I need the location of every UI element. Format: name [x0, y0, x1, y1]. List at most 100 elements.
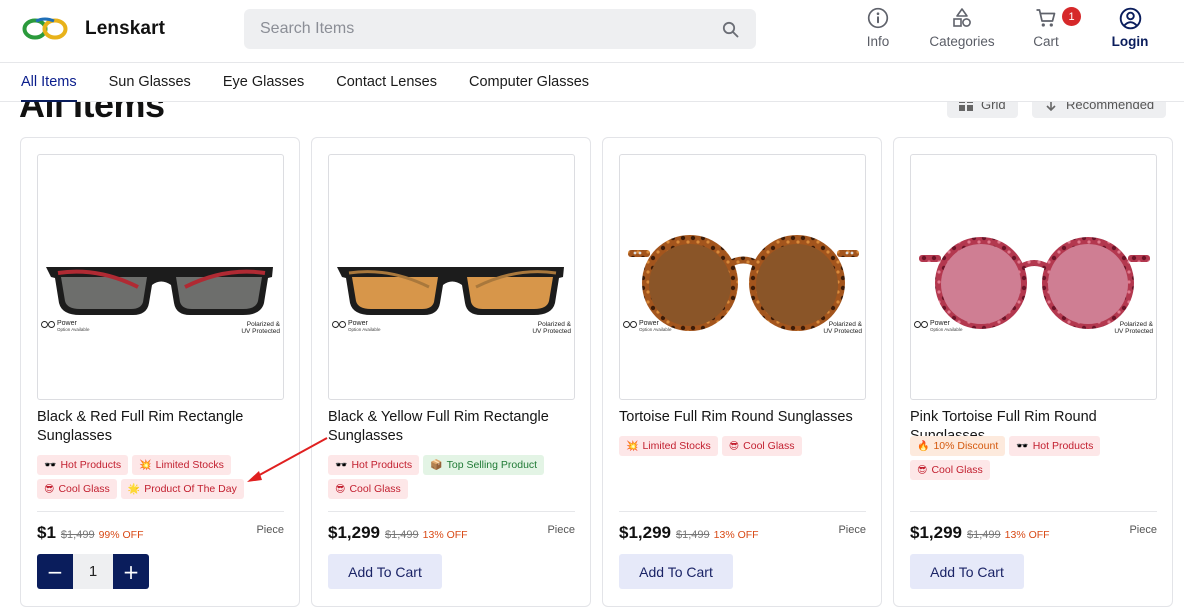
add-to-cart-button[interactable]: Add To Cart: [619, 554, 733, 589]
polarized-text-1: Polarized &: [828, 321, 862, 328]
polarized-text-2: UV Protected: [1114, 328, 1153, 335]
cart-icon: 1: [1034, 6, 1081, 30]
black-yellow-rectangle-sunglasses-image: [337, 267, 564, 315]
power-badge: Power Option Available: [41, 320, 90, 333]
nav-item-all-items[interactable]: All Items: [21, 63, 77, 102]
polarized-badge: Polarized & UV Protected: [1114, 321, 1153, 335]
tag-label: Cool Glass: [58, 483, 110, 495]
nav-item-eye-glasses[interactable]: Eye Glasses: [223, 63, 304, 101]
categories-label: Categories: [929, 34, 995, 49]
product-tags: 🔥 10% Discount 🕶️ Hot Products 😎 Cool Glass: [910, 436, 1160, 480]
tag-label: Cool Glass: [349, 483, 401, 495]
nav-item-sun-glasses[interactable]: Sun Glasses: [109, 63, 191, 101]
tag-limited-stocks: 💥 Limited Stocks: [619, 436, 718, 456]
pink-tortoise-round-sunglasses-image: [919, 237, 1150, 329]
power-text: Power: [639, 320, 659, 327]
power-badge: Power Option Available: [623, 320, 672, 333]
glasses-outline-icon: [332, 321, 346, 328]
tag-product-of-the-day: 🌟 Product Of The Day: [120, 479, 244, 499]
tag-label: Hot Products: [351, 459, 413, 471]
sunglasses-emoji-icon: 🕶️: [44, 459, 57, 471]
tag-label: Cool Glass: [931, 464, 983, 476]
tag-hot-products: 🕶️ Hot Products: [1009, 436, 1101, 456]
power-badge: Power Option Available: [332, 320, 380, 333]
product-price: $1,299: [328, 523, 380, 542]
tag-label: 10% Discount: [933, 440, 999, 452]
tag-limited-stocks: 💥 Limited Stocks: [132, 455, 231, 475]
tag-label: Hot Products: [60, 459, 122, 471]
cart-label: Cart: [1033, 34, 1059, 49]
nav-item-computer-glasses[interactable]: Computer Glasses: [469, 63, 589, 101]
price-row: $1,299 $1,499 13% OFF Piece: [328, 523, 575, 543]
price-row: $1,299 $1,499 13% OFF Piece: [910, 523, 1157, 543]
price-row: $1,299 $1,499 13% OFF Piece: [619, 523, 866, 543]
brand-name: Lenskart: [85, 18, 166, 39]
info-icon: [866, 6, 890, 30]
cart-count-badge: 1: [1062, 7, 1081, 26]
polarized-text-2: UV Protected: [241, 328, 280, 335]
login-button[interactable]: Login: [1110, 6, 1150, 56]
tag-label: Product Of The Day: [144, 483, 237, 495]
search-icon[interactable]: [720, 19, 740, 39]
black-red-rectangle-sunglasses-image: [46, 267, 273, 315]
nav-item-contact-lenses[interactable]: Contact Lenses: [336, 63, 437, 101]
product-card[interactable]: Power Option Available Polarized & UV Pro…: [893, 137, 1173, 607]
power-text: Power: [57, 320, 77, 327]
tag-label: Limited Stocks: [642, 440, 711, 452]
product-name[interactable]: Black & Red Full Rim Rectangle Sunglasse…: [37, 408, 287, 446]
power-badge: Power Option Available: [914, 320, 962, 333]
product-image[interactable]: Power Option Available Polarized & UV Pro…: [910, 154, 1157, 400]
glasses-outline-icon: [914, 321, 928, 328]
product-image[interactable]: Power Option Available Polarized & UV Pro…: [328, 154, 575, 400]
sunglasses-emoji-icon: 🕶️: [1016, 440, 1029, 452]
product-unit: Piece: [838, 524, 866, 536]
info-button[interactable]: Info: [862, 6, 894, 56]
product-unit: Piece: [1129, 524, 1157, 536]
product-mrp: $1,499: [385, 529, 419, 541]
product-card[interactable]: Power Option Available Polarized & UV Pro…: [602, 137, 882, 607]
quantity-value: 1: [73, 554, 113, 589]
polarized-badge: Polarized & UV Protected: [823, 321, 862, 335]
polarized-text-1: Polarized &: [246, 321, 280, 328]
power-sub-text: Option Available: [57, 327, 90, 332]
divider: [328, 511, 575, 512]
product-grid: Power Option Available Polarized & UV Pro…: [20, 137, 1173, 607]
tag-label: Limited Stocks: [155, 459, 224, 471]
product-image[interactable]: Power Option Available Polarized & UV Pro…: [37, 154, 284, 400]
product-image[interactable]: Power Option Available Polarized & UV Pro…: [619, 154, 866, 400]
divider: [37, 511, 284, 512]
product-mrp: $1,499: [967, 529, 1001, 541]
product-tags: 🕶️ Hot Products 💥 Limited Stocks 😎 Cool Gla…: [37, 455, 287, 499]
power-sub-text: Option Available: [639, 327, 672, 332]
tag-cool-glass: 😎 Cool Glass: [910, 460, 990, 480]
tag-cool-glass: 😎 Cool Glass: [37, 479, 117, 499]
decrement-button[interactable]: −: [37, 554, 73, 589]
product-card[interactable]: Power Option Available Polarized & UV Pro…: [20, 137, 300, 607]
increment-button[interactable]: +: [113, 554, 149, 589]
categories-button[interactable]: Categories: [927, 6, 997, 56]
polarized-text-2: UV Protected: [532, 328, 571, 335]
product-discount: 99% OFF: [98, 529, 144, 541]
quantity-stepper: − 1 +: [37, 554, 149, 589]
product-tags: 💥 Limited Stocks 😎 Cool Glass: [619, 436, 869, 456]
add-to-cart-button[interactable]: Add To Cart: [910, 554, 1024, 589]
search-bar: [244, 9, 756, 49]
cool-face-emoji-icon: 😎: [335, 483, 346, 495]
sunglasses-emoji-icon: 🕶️: [335, 459, 348, 471]
power-text: Power: [930, 320, 950, 327]
explosion-emoji-icon: 💥: [626, 440, 639, 452]
add-to-cart-button[interactable]: Add To Cart: [328, 554, 442, 589]
product-name[interactable]: Tortoise Full Rim Round Sunglasses: [619, 408, 869, 427]
info-label: Info: [866, 34, 890, 49]
search-input[interactable]: [260, 20, 720, 38]
price-row: $1 $1,499 99% OFF Piece: [37, 523, 284, 543]
power-text: Power: [348, 320, 368, 327]
product-card[interactable]: Power Option Available Polarized & UV Pro…: [311, 137, 591, 607]
product-name[interactable]: Black & Yellow Full Rim Rectangle Sungla…: [328, 408, 578, 446]
cart-button[interactable]: 1 Cart: [1030, 6, 1081, 56]
polarized-badge: Polarized & UV Protected: [532, 321, 571, 335]
tag-cool-glass: 😎 Cool Glass: [721, 436, 802, 456]
product-mrp: $1,499: [60, 529, 95, 541]
brand-logo[interactable]: Lenskart: [22, 17, 165, 41]
divider: [910, 511, 1157, 512]
